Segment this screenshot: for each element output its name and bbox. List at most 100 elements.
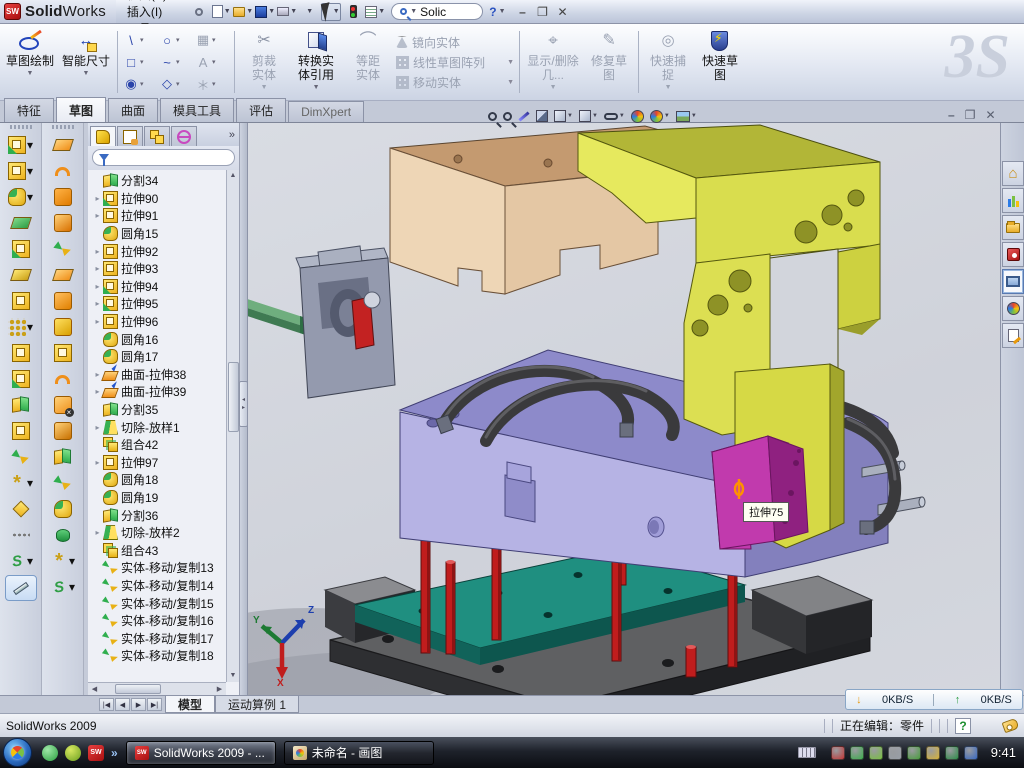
sketch-entity-icon[interactable]: ◇▾ (159, 76, 193, 92)
solidworks-shortcut-icon[interactable]: SW (88, 745, 104, 761)
ribbon-tab-评估[interactable]: 评估 (236, 98, 286, 122)
photo-view-icon[interactable]: ▼ (676, 111, 697, 122)
panel-chevron[interactable]: » (229, 129, 235, 141)
tree-vertical-scrollbar[interactable]: ▲▼ (226, 170, 239, 682)
taskpane-tab-design-library[interactable] (1002, 188, 1024, 213)
search-box[interactable]: ▼ Solic (391, 3, 483, 20)
sketch-entity-icon[interactable]: A▾ (195, 55, 229, 70)
taskbar-clock[interactable]: 9:41 (991, 745, 1016, 760)
feature-toolbar-button[interactable] (42, 262, 83, 288)
menu-item[interactable]: 插入(I) (116, 3, 181, 20)
restore-button[interactable]: ❐ (536, 5, 550, 19)
tray-icon[interactable] (907, 746, 921, 760)
repair-sketch-button[interactable]: 修复草图 (583, 27, 635, 97)
tree-item[interactable]: 圆角18 (92, 471, 226, 489)
sec-view-icon[interactable] (536, 110, 548, 122)
feature-toolbar-button[interactable] (42, 132, 83, 158)
minimize-button[interactable]: – (516, 5, 530, 19)
tree-item[interactable]: 分割34 (92, 172, 226, 190)
select-icon[interactable]: ▼ (321, 3, 341, 21)
feature-toolbar-button[interactable]: S▾ (42, 574, 83, 600)
close-button[interactable]: ✕ (556, 5, 570, 19)
sketch-button[interactable]: 草图绘制▼ (2, 27, 58, 97)
taskpane-tab-custom-properties[interactable] (1002, 323, 1024, 348)
feature-toolbar-button[interactable] (0, 574, 41, 600)
tree-item[interactable]: 组合43 (92, 541, 226, 559)
scrollbar-thumb[interactable] (228, 362, 239, 432)
save-icon[interactable]: ▼ (255, 3, 275, 21)
doc-restore-button[interactable]: ❐ (965, 108, 976, 122)
model-tab-模型[interactable]: 模型 (165, 696, 215, 713)
display-delete-relations-button[interactable]: 显示/删除几...▼ (523, 27, 583, 97)
tree-item[interactable]: 实体-移动/复制17 (92, 629, 226, 647)
ball-view-icon[interactable]: ▼ (650, 110, 670, 123)
feature-toolbar-button[interactable] (42, 392, 83, 418)
feature-toolbar-button[interactable] (0, 496, 41, 522)
sketch-entity-icon[interactable]: □▾ (123, 55, 157, 70)
feature-toolbar-button[interactable] (0, 288, 41, 314)
feature-toolbar-button[interactable]: ▾ (0, 132, 41, 158)
feature-toolbar-button[interactable] (42, 210, 83, 236)
trim-entities-button[interactable]: 剪裁实体▼ (238, 27, 290, 97)
sketch-entity-icon[interactable]: ◉▾ (123, 76, 157, 92)
feature-toolbar-button[interactable] (42, 236, 83, 262)
feature-toolbar-button[interactable] (0, 366, 41, 392)
tree-item[interactable]: ▸曲面-拉伸39 (92, 383, 226, 401)
tab-scroll-button[interactable]: ▶ (131, 698, 146, 711)
tab-propertymanager[interactable] (117, 126, 143, 146)
feature-toolbar-button[interactable]: S▾ (0, 548, 41, 574)
tree-item[interactable]: ▸曲面-拉伸38 (92, 366, 226, 384)
tray-icon[interactable] (926, 746, 940, 760)
tab-configurationmanager[interactable] (144, 126, 170, 146)
tree-item[interactable]: 实体-移动/复制16 (92, 612, 226, 630)
cube-view-icon[interactable]: ▼ (579, 110, 598, 122)
tree-item[interactable]: 圆角16 (92, 330, 226, 348)
tree-item[interactable]: 实体-移动/复制13 (92, 559, 226, 577)
tree-item[interactable]: 圆角15 (92, 225, 226, 243)
tab-dimxpertmanager[interactable] (171, 126, 197, 146)
new-icon[interactable]: ▼ (211, 3, 231, 21)
tree-item[interactable]: 分割36 (92, 506, 226, 524)
print-icon[interactable]: ▼ (277, 3, 297, 21)
pin-icon[interactable] (189, 3, 209, 21)
feature-toolbar-button[interactable] (0, 210, 41, 236)
feature-toolbar-button[interactable] (42, 444, 83, 470)
ribbon-tab-DimXpert[interactable]: DimXpert (288, 101, 364, 122)
quick-tips-button[interactable]: ? (955, 718, 971, 734)
feature-toolbar-button[interactable] (0, 392, 41, 418)
keyboard-layout-icon[interactable] (798, 747, 816, 758)
feature-toolbar-button[interactable] (42, 418, 83, 444)
ribbon-tab-特征[interactable]: 特征 (4, 98, 54, 122)
tree-item[interactable]: ▸拉伸97 (92, 454, 226, 472)
mirror-entities-item[interactable]: 镜向实体 (396, 34, 514, 51)
wand-view-icon[interactable] (518, 115, 530, 118)
tree-item[interactable]: ▸拉伸94 (92, 278, 226, 296)
ribbon-tab-曲面[interactable]: 曲面 (108, 98, 158, 122)
cube-view-icon[interactable]: ▼ (554, 110, 573, 122)
options-icon[interactable]: ▼ (365, 3, 385, 21)
panel-splitter[interactable]: ◂▸ (240, 123, 248, 695)
taskpane-tab-view-palette[interactable] (1002, 269, 1024, 294)
scrollbar-thumb[interactable] (115, 684, 161, 694)
sketch-entity-icon[interactable]: ＊▾ (195, 75, 229, 94)
sketch-entity-icon[interactable]: ▦▾ (195, 32, 229, 48)
tree-item[interactable]: 圆角17 (92, 348, 226, 366)
tree-item[interactable]: 分割35 (92, 401, 226, 419)
feature-toolbar-button[interactable]: ▾ (0, 314, 41, 340)
splitter-handle[interactable]: ◂▸ (239, 381, 248, 427)
tree-item[interactable]: ▸拉伸95 (92, 295, 226, 313)
feature-toolbar-button[interactable] (42, 314, 83, 340)
ribbon-tab-模具工具[interactable]: 模具工具 (160, 98, 234, 122)
feature-toolbar-button[interactable] (42, 158, 83, 184)
toolbar-expand-chevron[interactable]: » (111, 746, 118, 760)
feature-toolbar-button[interactable] (42, 522, 83, 548)
mag-view-icon[interactable] (503, 112, 512, 121)
feature-toolbar-button[interactable]: ▾ (0, 184, 41, 210)
taskpane-tab-toolbox[interactable] (1002, 242, 1024, 267)
offset-entities-button[interactable]: 等距实体 (342, 27, 394, 97)
ball-view-icon[interactable] (631, 110, 644, 123)
taskpane-tab-appearances[interactable] (1002, 296, 1024, 321)
feature-toolbar-button[interactable] (42, 184, 83, 210)
tree-item[interactable]: ▸拉伸91 (92, 207, 226, 225)
tray-icon[interactable] (964, 746, 978, 760)
